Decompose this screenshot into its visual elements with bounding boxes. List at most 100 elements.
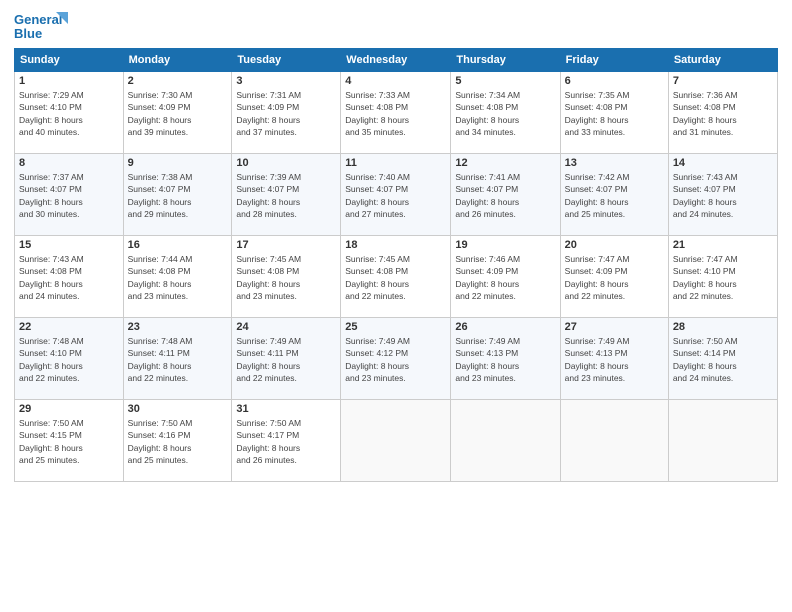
calendar-week-row: 15 Sunrise: 7:43 AM Sunset: 4:08 PM Dayli… [15, 236, 778, 318]
calendar-header-saturday: Saturday [668, 49, 777, 72]
calendar-cell: 23 Sunrise: 7:48 AM Sunset: 4:11 PM Dayli… [123, 318, 232, 400]
day-number: 28 [673, 321, 773, 333]
day-number: 4 [345, 75, 446, 87]
day-info: Sunrise: 7:46 AM Sunset: 4:09 PM Dayligh… [455, 253, 555, 302]
day-number: 29 [19, 403, 119, 415]
day-number: 31 [236, 403, 336, 415]
day-info: Sunrise: 7:33 AM Sunset: 4:08 PM Dayligh… [345, 89, 446, 138]
day-info: Sunrise: 7:49 AM Sunset: 4:13 PM Dayligh… [455, 335, 555, 384]
calendar-header-tuesday: Tuesday [232, 49, 341, 72]
day-number: 24 [236, 321, 336, 333]
calendar-cell: 2 Sunrise: 7:30 AM Sunset: 4:09 PM Daylig… [123, 72, 232, 154]
calendar-cell: 4 Sunrise: 7:33 AM Sunset: 4:08 PM Daylig… [341, 72, 451, 154]
day-info: Sunrise: 7:50 AM Sunset: 4:17 PM Dayligh… [236, 417, 336, 466]
calendar-cell: 19 Sunrise: 7:46 AM Sunset: 4:09 PM Dayli… [451, 236, 560, 318]
calendar-cell: 18 Sunrise: 7:45 AM Sunset: 4:08 PM Dayli… [341, 236, 451, 318]
day-info: Sunrise: 7:47 AM Sunset: 4:10 PM Dayligh… [673, 253, 773, 302]
day-number: 16 [128, 239, 228, 251]
calendar-header-row: SundayMondayTuesdayWednesdayThursdayFrid… [15, 49, 778, 72]
day-info: Sunrise: 7:49 AM Sunset: 4:11 PM Dayligh… [236, 335, 336, 384]
day-info: Sunrise: 7:34 AM Sunset: 4:08 PM Dayligh… [455, 89, 555, 138]
day-number: 2 [128, 75, 228, 87]
day-number: 23 [128, 321, 228, 333]
calendar-cell: 1 Sunrise: 7:29 AM Sunset: 4:10 PM Daylig… [15, 72, 124, 154]
calendar-cell: 14Sunrise: 7:43 AM Sunset: 4:07 PM Dayli… [668, 154, 777, 236]
day-number: 25 [345, 321, 446, 333]
svg-text:Blue: Blue [14, 26, 42, 41]
calendar-cell: 10 Sunrise: 7:39 AM Sunset: 4:07 PM Dayli… [232, 154, 341, 236]
day-number: 3 [236, 75, 336, 87]
calendar-week-row: 1 Sunrise: 7:29 AM Sunset: 4:10 PM Daylig… [15, 72, 778, 154]
day-info: Sunrise: 7:37 AM Sunset: 4:07 PM Dayligh… [19, 171, 119, 220]
calendar-cell [668, 400, 777, 482]
day-info: Sunrise: 7:45 AM Sunset: 4:08 PM Dayligh… [236, 253, 336, 302]
calendar-header-monday: Monday [123, 49, 232, 72]
calendar-cell: 26 Sunrise: 7:49 AM Sunset: 4:13 PM Dayli… [451, 318, 560, 400]
day-info: Sunrise: 7:48 AM Sunset: 4:11 PM Dayligh… [128, 335, 228, 384]
day-number: 8 [19, 157, 119, 169]
calendar-cell: 5 Sunrise: 7:34 AM Sunset: 4:08 PM Daylig… [451, 72, 560, 154]
day-info: Sunrise: 7:49 AM Sunset: 4:12 PM Dayligh… [345, 335, 446, 384]
calendar-cell: 7 Sunrise: 7:36 AM Sunset: 4:08 PM Daylig… [668, 72, 777, 154]
calendar-table: SundayMondayTuesdayWednesdayThursdayFrid… [14, 48, 778, 482]
day-number: 18 [345, 239, 446, 251]
day-info: Sunrise: 7:40 AM Sunset: 4:07 PM Dayligh… [345, 171, 446, 220]
calendar-cell: 9Sunrise: 7:38 AM Sunset: 4:07 PM Daylig… [123, 154, 232, 236]
calendar-week-row: 8 Sunrise: 7:37 AM Sunset: 4:07 PM Daylig… [15, 154, 778, 236]
calendar-cell: 16 Sunrise: 7:44 AM Sunset: 4:08 PM Dayli… [123, 236, 232, 318]
logo: GeneralBlue [14, 10, 74, 42]
calendar-cell: 6 Sunrise: 7:35 AM Sunset: 4:08 PM Daylig… [560, 72, 668, 154]
calendar-header-sunday: Sunday [15, 49, 124, 72]
day-number: 15 [19, 239, 119, 251]
day-number: 20 [565, 239, 664, 251]
day-info: Sunrise: 7:44 AM Sunset: 4:08 PM Dayligh… [128, 253, 228, 302]
calendar-header-wednesday: Wednesday [341, 49, 451, 72]
day-info: Sunrise: 7:50 AM Sunset: 4:15 PM Dayligh… [19, 417, 119, 466]
day-number: 10 [236, 157, 336, 169]
calendar-cell: 15 Sunrise: 7:43 AM Sunset: 4:08 PM Dayli… [15, 236, 124, 318]
day-info: Sunrise: 7:47 AM Sunset: 4:09 PM Dayligh… [565, 253, 664, 302]
calendar-cell: 12 Sunrise: 7:41 AM Sunset: 4:07 PM Dayli… [451, 154, 560, 236]
day-info: Sunrise: 7:43 AM Sunset: 4:07 PM Dayligh… [673, 171, 773, 220]
calendar-cell: 31 Sunrise: 7:50 AM Sunset: 4:17 PM Dayli… [232, 400, 341, 482]
day-info: Sunrise: 7:30 AM Sunset: 4:09 PM Dayligh… [128, 89, 228, 138]
calendar-cell: 21Sunrise: 7:47 AM Sunset: 4:10 PM Dayli… [668, 236, 777, 318]
day-info: Sunrise: 7:36 AM Sunset: 4:08 PM Dayligh… [673, 89, 773, 138]
day-info: Sunrise: 7:41 AM Sunset: 4:07 PM Dayligh… [455, 171, 555, 220]
day-info: Sunrise: 7:38 AM Sunset: 4:07 PM Dayligh… [128, 171, 228, 220]
day-info: Sunrise: 7:43 AM Sunset: 4:08 PM Dayligh… [19, 253, 119, 302]
day-number: 13 [565, 157, 664, 169]
day-info: Sunrise: 7:39 AM Sunset: 4:07 PM Dayligh… [236, 171, 336, 220]
day-info: Sunrise: 7:42 AM Sunset: 4:07 PM Dayligh… [565, 171, 664, 220]
calendar-cell: 25 Sunrise: 7:49 AM Sunset: 4:12 PM Dayli… [341, 318, 451, 400]
day-number: 27 [565, 321, 664, 333]
day-info: Sunrise: 7:35 AM Sunset: 4:08 PM Dayligh… [565, 89, 664, 138]
day-number: 7 [673, 75, 773, 87]
day-info: Sunrise: 7:31 AM Sunset: 4:09 PM Dayligh… [236, 89, 336, 138]
day-number: 22 [19, 321, 119, 333]
day-number: 5 [455, 75, 555, 87]
day-info: Sunrise: 7:50 AM Sunset: 4:16 PM Dayligh… [128, 417, 228, 466]
calendar-cell [560, 400, 668, 482]
day-number: 12 [455, 157, 555, 169]
day-info: Sunrise: 7:45 AM Sunset: 4:08 PM Dayligh… [345, 253, 446, 302]
day-number: 1 [19, 75, 119, 87]
calendar-cell: 13 Sunrise: 7:42 AM Sunset: 4:07 PM Dayli… [560, 154, 668, 236]
svg-text:General: General [14, 12, 62, 27]
day-number: 6 [565, 75, 664, 87]
calendar-cell: 8 Sunrise: 7:37 AM Sunset: 4:07 PM Daylig… [15, 154, 124, 236]
header: GeneralBlue [14, 10, 778, 42]
day-info: Sunrise: 7:49 AM Sunset: 4:13 PM Dayligh… [565, 335, 664, 384]
calendar-cell: 27 Sunrise: 7:49 AM Sunset: 4:13 PM Dayli… [560, 318, 668, 400]
day-number: 26 [455, 321, 555, 333]
calendar-cell: 17Sunrise: 7:45 AM Sunset: 4:08 PM Dayli… [232, 236, 341, 318]
day-number: 19 [455, 239, 555, 251]
calendar-cell: 28 Sunrise: 7:50 AM Sunset: 4:14 PM Dayli… [668, 318, 777, 400]
calendar-header-thursday: Thursday [451, 49, 560, 72]
calendar-cell: 22 Sunrise: 7:48 AM Sunset: 4:10 PM Dayli… [15, 318, 124, 400]
calendar-cell: 20 Sunrise: 7:47 AM Sunset: 4:09 PM Dayli… [560, 236, 668, 318]
day-info: Sunrise: 7:29 AM Sunset: 4:10 PM Dayligh… [19, 89, 119, 138]
day-info: Sunrise: 7:48 AM Sunset: 4:10 PM Dayligh… [19, 335, 119, 384]
calendar-cell [451, 400, 560, 482]
day-info: Sunrise: 7:50 AM Sunset: 4:14 PM Dayligh… [673, 335, 773, 384]
